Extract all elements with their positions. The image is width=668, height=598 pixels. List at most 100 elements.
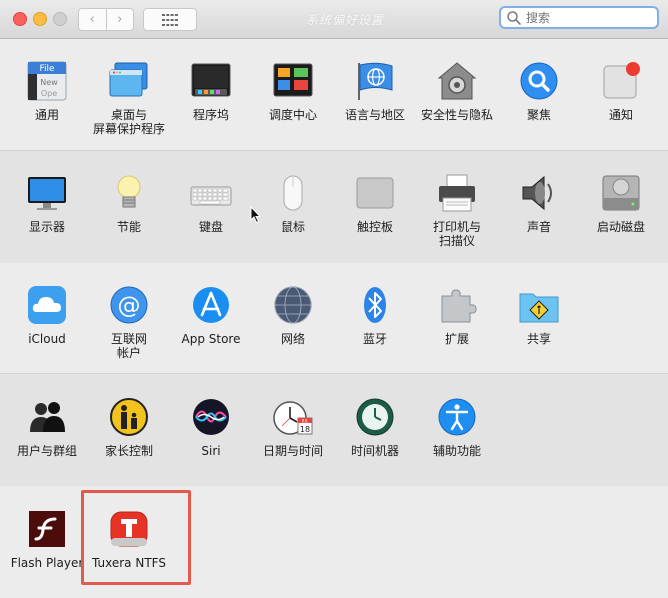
pane-label: 声音 bbox=[526, 220, 551, 234]
pane-app-store[interactable]: App Store bbox=[170, 284, 252, 346]
selection-highlight-box bbox=[81, 490, 191, 585]
pane-general[interactable]: File New Ope 通用 bbox=[6, 60, 88, 122]
pane-extensions[interactable]: 扩展 bbox=[416, 284, 498, 346]
app-store-icon bbox=[193, 287, 229, 323]
lightbulb-icon bbox=[117, 175, 141, 208]
pane-flash-player[interactable]: Flash Player bbox=[6, 508, 88, 570]
back-button[interactable]: ‹ bbox=[78, 8, 107, 31]
flash-player-icon bbox=[29, 511, 65, 547]
pane-label: 网络 bbox=[280, 332, 305, 346]
accessibility-icon bbox=[438, 398, 476, 436]
pane-notifications[interactable]: 通知 bbox=[580, 60, 662, 122]
pane-label: 用户与群组 bbox=[16, 444, 77, 458]
pane-label: 蓝牙 bbox=[362, 332, 387, 346]
pane-label: 聚焦 bbox=[526, 108, 551, 122]
pane-security-privacy[interactable]: 安全性与隐私 bbox=[416, 60, 498, 122]
pane-label: 安全性与隐私 bbox=[420, 108, 493, 122]
pane-label: 节能 bbox=[116, 220, 141, 234]
users-icon bbox=[30, 402, 65, 432]
notifications-icon bbox=[603, 62, 640, 99]
siri-icon bbox=[193, 399, 229, 435]
forward-button[interactable]: › bbox=[106, 8, 134, 31]
search-input[interactable] bbox=[523, 8, 646, 27]
pane-dock[interactable]: 程序坞 bbox=[170, 60, 252, 122]
pane-network[interactable]: 网络 bbox=[252, 284, 334, 346]
pane-mouse[interactable]: 鼠标 bbox=[252, 172, 334, 234]
pane-sharing[interactable]: 共享 bbox=[498, 284, 580, 346]
svg-text:@: @ bbox=[118, 293, 141, 319]
pane-sound[interactable]: 声音 bbox=[498, 172, 580, 234]
puzzle-piece-icon bbox=[441, 289, 477, 323]
pane-printers-scanners[interactable]: 打印机与 扫描仪 bbox=[416, 172, 498, 248]
bluetooth-icon bbox=[364, 287, 386, 323]
pane-trackpad[interactable]: 触控板 bbox=[334, 172, 416, 234]
dock-icon bbox=[191, 63, 231, 97]
pane-label: 桌面与 屏幕保护程序 bbox=[92, 108, 165, 136]
pane-siri[interactable]: Siri bbox=[170, 396, 252, 458]
pane-date-time[interactable]: JUL 18 日期与时间 bbox=[252, 396, 334, 458]
pane-label: 显示器 bbox=[28, 220, 65, 234]
pane-label: 共享 bbox=[526, 332, 551, 346]
chevron-left-icon: ‹ bbox=[89, 12, 95, 27]
chevron-right-icon: › bbox=[117, 12, 123, 27]
pane-time-machine[interactable]: 时间机器 bbox=[334, 396, 416, 458]
desktop-screensaver-icon bbox=[109, 62, 148, 97]
pane-label: 日期与时间 bbox=[262, 444, 323, 458]
sharing-folder-icon bbox=[519, 293, 559, 323]
pane-label: Flash Player bbox=[10, 556, 84, 570]
keyboard-icon bbox=[190, 186, 232, 206]
trackpad-icon bbox=[356, 177, 394, 209]
minimize-button[interactable] bbox=[33, 12, 47, 26]
pane-parental-controls[interactable]: 家长控制 bbox=[88, 396, 170, 458]
pane-label: 鼠标 bbox=[280, 220, 305, 234]
svg-text:Ope: Ope bbox=[41, 89, 57, 98]
system-preferences-window: ‹ › 系统偏好设置 搜索 File New Ope 通用 桌面与 屏幕保护程序… bbox=[0, 0, 668, 598]
pane-internet-accounts[interactable]: @ 互联网 帐户 bbox=[88, 284, 170, 360]
grid-icon bbox=[162, 13, 178, 26]
svg-text:18: 18 bbox=[300, 425, 310, 434]
globe-flag-icon bbox=[358, 62, 393, 100]
clock-calendar-icon: JUL 18 bbox=[273, 401, 313, 435]
zoom-button[interactable] bbox=[53, 12, 67, 26]
pane-desktop-screensaver[interactable]: 桌面与 屏幕保护程序 bbox=[88, 60, 170, 136]
at-sign-icon: @ bbox=[110, 286, 148, 324]
search-field[interactable] bbox=[499, 6, 659, 29]
general-icon: File New Ope bbox=[27, 61, 67, 101]
pane-label: Siri bbox=[201, 444, 221, 458]
window-title: 系统偏好设置 bbox=[305, 13, 384, 27]
pane-label: 家长控制 bbox=[104, 444, 153, 458]
pane-displays[interactable]: 显示器 bbox=[6, 172, 88, 234]
printer-icon bbox=[439, 174, 475, 212]
pane-keyboard[interactable]: 键盘 bbox=[170, 172, 252, 234]
pane-energy-saver[interactable]: 节能 bbox=[88, 172, 170, 234]
mission-control-icon bbox=[273, 63, 313, 97]
pane-label: 通知 bbox=[608, 108, 633, 122]
pane-label: 触控板 bbox=[356, 220, 393, 234]
pane-label: 辅助功能 bbox=[432, 444, 481, 458]
house-lock-icon bbox=[437, 62, 477, 100]
pane-label: 程序坞 bbox=[192, 108, 229, 122]
spotlight-magnifier-icon bbox=[520, 62, 558, 100]
pane-label: 调度中心 bbox=[268, 108, 317, 122]
pane-label: App Store bbox=[181, 332, 241, 346]
show-all-button[interactable] bbox=[143, 8, 197, 31]
navigation-buttons: ‹ › bbox=[78, 8, 134, 31]
svg-text:New: New bbox=[40, 78, 58, 87]
pane-users-groups[interactable]: 用户与群组 bbox=[6, 396, 88, 458]
pane-accessibility[interactable]: 辅助功能 bbox=[416, 396, 498, 458]
pane-language-region[interactable]: 语言与地区 bbox=[334, 60, 416, 122]
pane-label: 互联网 帐户 bbox=[110, 332, 147, 360]
pane-label: 打印机与 扫描仪 bbox=[432, 220, 481, 248]
pane-bluetooth[interactable]: 蓝牙 bbox=[334, 284, 416, 346]
pane-spotlight[interactable]: 聚焦 bbox=[498, 60, 580, 122]
close-button[interactable] bbox=[13, 12, 27, 26]
pane-mission-control[interactable]: 调度中心 bbox=[252, 60, 334, 122]
parental-controls-icon bbox=[110, 398, 148, 436]
pane-label: 通用 bbox=[34, 108, 59, 122]
pane-icloud[interactable]: iCloud bbox=[6, 284, 88, 346]
pane-label: 扩展 bbox=[444, 332, 469, 346]
pane-startup-disk[interactable]: 启动磁盘 bbox=[580, 172, 662, 234]
pane-label: 语言与地区 bbox=[344, 108, 405, 122]
mouse-cursor-icon bbox=[250, 206, 262, 224]
search-icon bbox=[507, 10, 521, 25]
